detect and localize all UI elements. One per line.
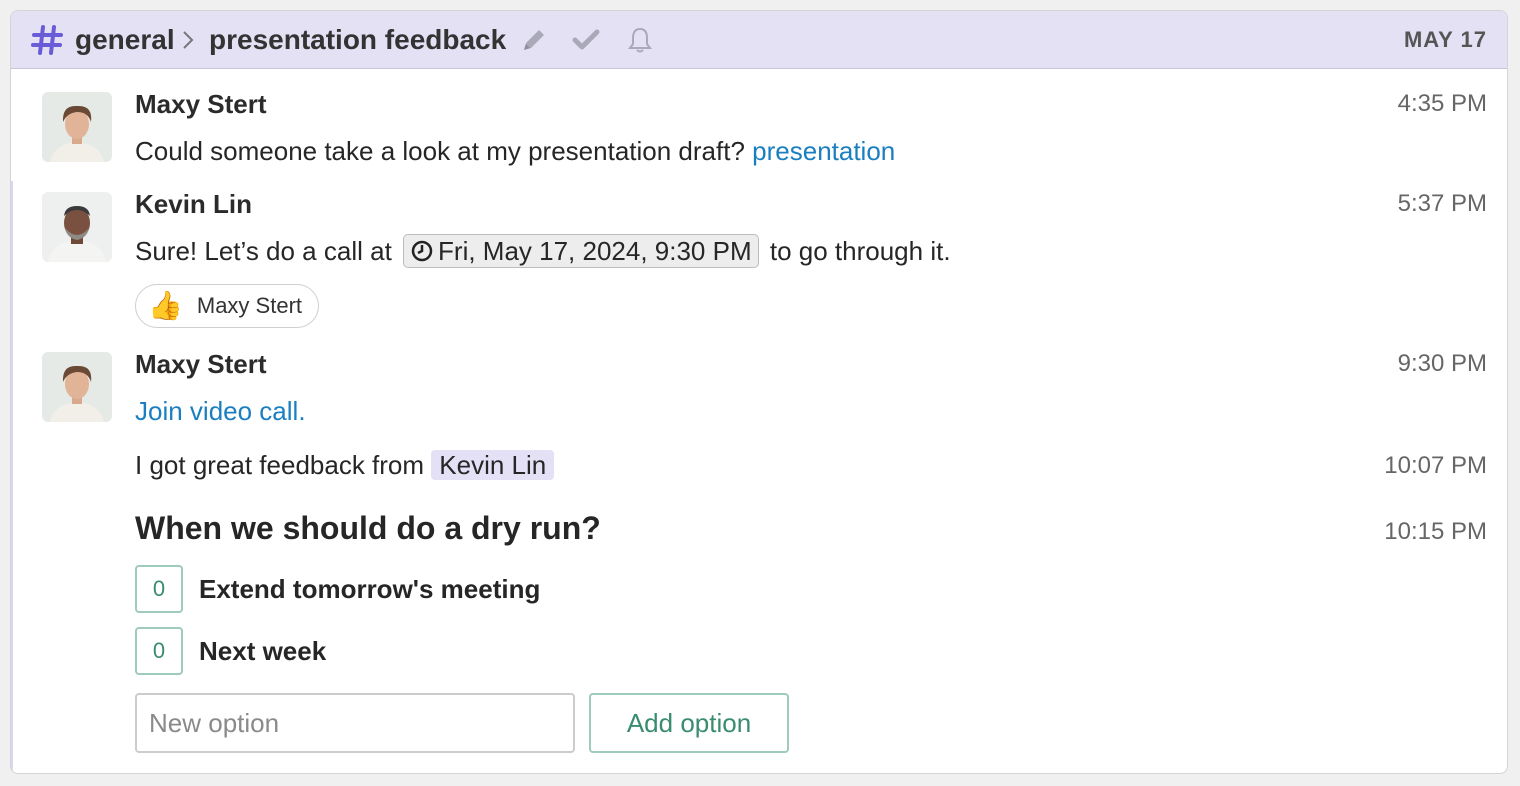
avatar[interactable] [42,92,112,162]
message-text: Could someone take a look at my presenta… [135,136,745,166]
timestamp-pill[interactable]: Fri, May 17, 2024, 9:30 PM [403,234,759,268]
reaction-button[interactable]: 👍 Maxy Stert [135,284,319,328]
user-mention[interactable]: Kevin Lin [431,450,555,480]
message-time[interactable]: 4:35 PM [1398,89,1487,119]
poll-question: When we should do a dry run? [135,510,601,546]
message-text: Sure! Let’s do a call at [135,236,392,266]
message-text: I got great feedback from [135,450,425,480]
hash-icon [31,25,63,55]
message-content: Sure! Let’s do a call at Fri, May 17, 20… [135,234,951,268]
message-view: general presentation feedback MAY 17 Max… [10,10,1508,774]
chevron-right-icon [183,31,194,49]
message-time[interactable]: 5:37 PM [1398,189,1487,219]
vote-button[interactable]: 0 [135,565,183,613]
poll-option-label: Next week [199,636,327,666]
timestamp-text: Fri, May 17, 2024, 9:30 PM [438,236,752,266]
add-option-button[interactable]: Add option [589,693,789,753]
message-time[interactable]: 10:15 PM [1384,517,1487,547]
message-time[interactable]: 10:07 PM [1384,451,1487,481]
thumbs-up-icon: 👍 [148,290,183,321]
pencil-icon[interactable] [519,25,549,55]
new-option-input[interactable] [135,693,575,753]
avatar[interactable] [42,352,112,422]
video-call-link[interactable]: Join video call. [135,396,306,426]
message-content: Could someone take a look at my presenta… [135,135,895,167]
message-text: to go through it. [769,236,951,266]
presentation-link[interactable]: presentation [752,136,895,166]
sender-name[interactable]: Kevin Lin [135,189,252,219]
avatar[interactable] [42,192,112,262]
clock-icon [411,240,433,262]
date-label: MAY 17 [1403,27,1487,52]
check-icon[interactable] [571,25,601,55]
stream-name[interactable]: general [75,24,175,56]
sender-name[interactable]: Maxy Stert [135,89,267,119]
topic-header: general presentation feedback MAY 17 [11,11,1507,69]
reaction-user: Maxy Stert [196,293,303,318]
topic-name[interactable]: presentation feedback [209,24,506,56]
poll-option-label: Extend tomorrow's meeting [199,574,541,604]
bell-icon[interactable] [625,25,655,55]
message-content: I got great feedback from Kevin Lin [135,449,555,481]
vote-button[interactable]: 0 [135,627,183,675]
unread-indicator [11,181,13,773]
sender-name[interactable]: Maxy Stert [135,349,267,379]
message-content: Join video call. [135,395,306,427]
message-time[interactable]: 9:30 PM [1398,349,1487,379]
